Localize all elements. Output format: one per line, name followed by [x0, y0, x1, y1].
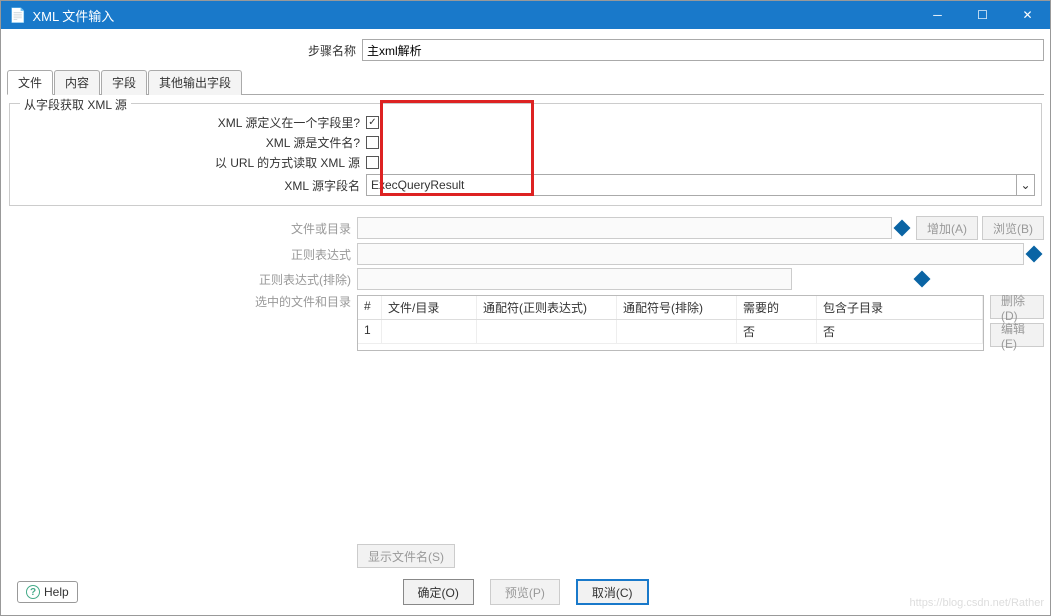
app-icon: 📄	[9, 7, 26, 24]
var-icon[interactable]	[914, 271, 931, 288]
checkbox-read-as-url[interactable]	[366, 156, 379, 169]
input-regex	[357, 243, 1024, 265]
label-source-fieldname: XML 源字段名	[16, 177, 366, 194]
tab-other-output[interactable]: 其他输出字段	[148, 70, 242, 95]
file-table[interactable]: # 文件/目录 通配符(正则表达式) 通配符号(排除) 需要的 包含子目录 1	[357, 295, 984, 351]
label-regex-excl: 正则表达式(排除)	[7, 271, 357, 288]
checkbox-xml-is-filename[interactable]	[366, 136, 379, 149]
dialog-body: 步骤名称 文件 内容 字段 其他输出字段 从字段获取 XML 源 XML 源定义…	[1, 29, 1050, 615]
tab-content[interactable]: 内容	[54, 70, 100, 95]
chevron-down-icon: ⌄	[1016, 175, 1034, 195]
input-file-or-dir	[357, 217, 892, 239]
preview-button: 预览(P)	[490, 579, 560, 605]
table-row[interactable]: 1 否 否	[358, 320, 983, 344]
var-icon[interactable]	[1026, 246, 1043, 263]
label-read-as-url: 以 URL 的方式读取 XML 源	[16, 154, 366, 171]
xml-source-group: 从字段获取 XML 源 XML 源定义在一个字段里? ✓ XML 源是文件名? …	[9, 103, 1042, 206]
window-title: XML 文件输入	[32, 6, 915, 25]
checkbox-xml-in-field[interactable]: ✓	[366, 116, 379, 129]
cancel-button[interactable]: 取消(C)	[576, 579, 649, 605]
label-regex: 正则表达式	[7, 246, 357, 263]
window: 📄 XML 文件输入 ─ ☐ ✕ 步骤名称 文件 内容 字段 其他输出字段 从字…	[0, 0, 1051, 616]
label-xml-in-field: XML 源定义在一个字段里?	[16, 114, 366, 131]
table-header: # 文件/目录 通配符(正则表达式) 通配符号(排除) 需要的 包含子目录	[358, 296, 983, 320]
label-file-or-dir: 文件或目录	[7, 220, 357, 237]
maximize-button[interactable]: ☐	[960, 1, 1005, 29]
titlebar: 📄 XML 文件输入 ─ ☐ ✕	[1, 1, 1050, 29]
col-required: 需要的	[737, 296, 817, 319]
col-filedir: 文件/目录	[382, 296, 477, 319]
tab-fields[interactable]: 字段	[101, 70, 147, 95]
help-button[interactable]: ? Help	[17, 581, 78, 603]
col-wildcard: 通配符(正则表达式)	[477, 296, 617, 319]
label-xml-is-filename: XML 源是文件名?	[16, 134, 366, 151]
watermark: https://blog.csdn.net/Rather	[909, 597, 1044, 609]
minimize-button[interactable]: ─	[915, 1, 960, 29]
cell-subdirs: 否	[817, 320, 983, 344]
tab-file[interactable]: 文件	[7, 70, 53, 95]
tab-bar: 文件 内容 字段 其他输出字段	[7, 69, 1044, 95]
label-selected-files: 选中的文件和目录	[7, 293, 357, 310]
input-regex-excl	[357, 268, 792, 290]
col-num: #	[358, 296, 382, 319]
var-icon[interactable]	[894, 220, 911, 237]
combo-source-fieldname[interactable]: ExecQueryResult ⌄	[366, 174, 1035, 196]
ok-button[interactable]: 确定(O)	[403, 579, 474, 605]
col-subdirs: 包含子目录	[817, 296, 983, 319]
file-table-wrap: # 文件/目录 通配符(正则表达式) 通配符号(排除) 需要的 包含子目录 1	[357, 295, 1044, 351]
group-title: 从字段获取 XML 源	[20, 96, 131, 113]
stepname-input[interactable]	[362, 39, 1044, 61]
delete-button: 删除(D)	[990, 295, 1044, 319]
col-wildcard-excl: 通配符号(排除)	[617, 296, 737, 319]
stepname-label: 步骤名称	[7, 42, 362, 59]
footer: ? Help 确定(O) 预览(P) 取消(C)	[7, 571, 1044, 609]
browse-button: 浏览(B)	[982, 216, 1044, 240]
table-side-buttons: 删除(D) 编辑(E)	[984, 295, 1044, 351]
cell-required: 否	[737, 320, 817, 344]
edit-button: 编辑(E)	[990, 323, 1044, 347]
stepname-row: 步骤名称	[7, 39, 1044, 61]
show-filenames-button: 显示文件名(S)	[357, 544, 455, 568]
combo-value: ExecQueryResult	[371, 178, 464, 192]
close-button[interactable]: ✕	[1005, 1, 1050, 29]
cell-num: 1	[358, 320, 382, 344]
add-button: 增加(A)	[916, 216, 978, 240]
help-icon: ?	[26, 585, 40, 599]
